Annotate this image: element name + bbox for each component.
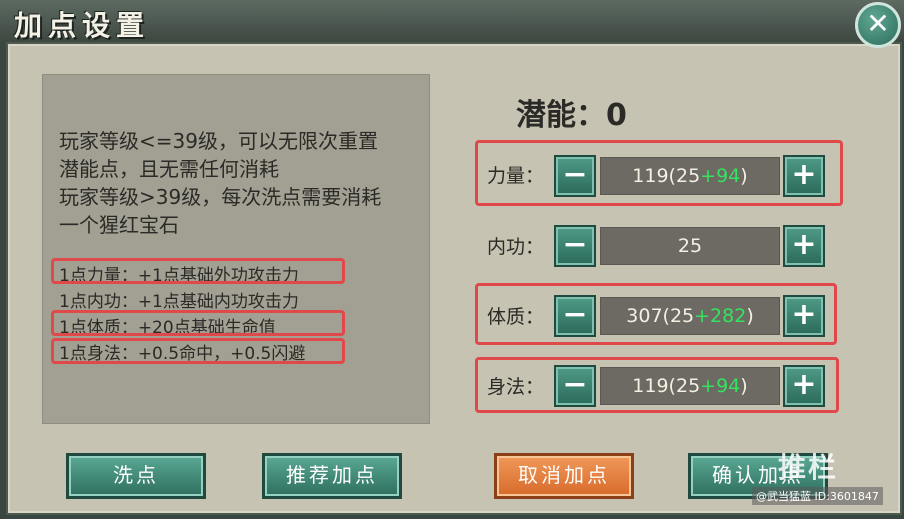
window-title: 加点设置 bbox=[14, 9, 151, 42]
bonus-inner-power: 1点内功：+1点基础内功攻击力 bbox=[59, 292, 299, 312]
recommend-points-button[interactable]: 推荐加点 bbox=[262, 453, 402, 499]
reset-points-button[interactable]: 洗点 bbox=[66, 453, 206, 499]
info-line: 一个猩红宝石 bbox=[59, 213, 179, 237]
agility-plus-button[interactable]: + bbox=[783, 365, 825, 407]
watermark-id: @武当猛蓝 ID:3601847 bbox=[752, 487, 883, 505]
inner-power-plus-button[interactable]: + bbox=[783, 225, 825, 267]
cancel-points-button[interactable]: 取消加点 bbox=[494, 453, 634, 499]
stat-label-strength: 力量： bbox=[487, 165, 545, 187]
stat-label-constitution: 体质： bbox=[487, 306, 545, 328]
close-icon: ✕ bbox=[866, 7, 890, 40]
close-button[interactable]: ✕ bbox=[855, 2, 901, 48]
inner-power-value: 25 bbox=[600, 227, 780, 265]
strength-minus-button[interactable]: − bbox=[554, 155, 596, 197]
agility-value: 119(25+94) bbox=[600, 367, 780, 405]
constitution-minus-button[interactable]: − bbox=[554, 295, 596, 337]
constitution-plus-button[interactable]: + bbox=[783, 295, 825, 337]
stat-label-inner-power: 内功： bbox=[487, 236, 545, 258]
strength-value: 119(25+94) bbox=[600, 157, 780, 195]
info-line: 玩家等级>39级，每次洗点需要消耗 bbox=[59, 185, 382, 209]
highlight-box bbox=[51, 338, 345, 364]
info-box: 玩家等级<=39级，可以无限次重置 潜能点，且无需任何消耗 玩家等级>39级，每… bbox=[42, 74, 430, 424]
info-line: 玩家等级<=39级，可以无限次重置 bbox=[59, 129, 378, 153]
stat-label-agility: 身法： bbox=[487, 376, 545, 398]
agility-minus-button[interactable]: − bbox=[554, 365, 596, 407]
highlight-box bbox=[51, 258, 345, 284]
info-line: 潜能点，且无需任何消耗 bbox=[59, 157, 279, 181]
inner-power-minus-button[interactable]: − bbox=[554, 225, 596, 267]
highlight-box bbox=[51, 310, 345, 336]
constitution-value: 307(25+282) bbox=[600, 297, 780, 335]
watermark-logo: 推栏 bbox=[778, 451, 839, 484]
strength-plus-button[interactable]: + bbox=[783, 155, 825, 197]
potential-points: 潜能：0 bbox=[516, 98, 627, 133]
